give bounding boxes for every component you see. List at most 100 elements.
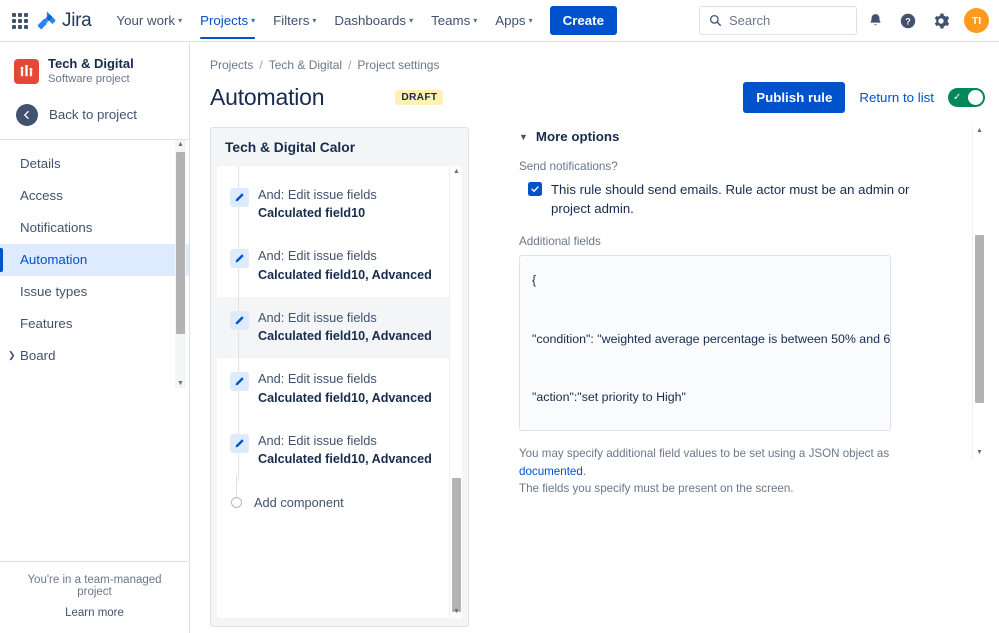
team-managed-note: You're in a team-managed project [10,574,179,598]
rule-components-list: And: Edit issue fields Calculated field1… [217,166,450,618]
chevron-down-icon: ▾ [312,17,316,25]
rule-component-sub: Calculated field10 [258,206,377,221]
breadcrumb: Projects / Tech & Digital / Project sett… [210,58,985,72]
sidebar-scrollbar[interactable]: ▲ ▼ [175,140,186,388]
rule-component-item[interactable]: And: Edit issue fields Calculated field1… [217,420,450,481]
back-to-project-label: Back to project [49,107,137,122]
send-notifications-text: This rule should send emails. Rule actor… [551,180,915,218]
sidebar-item-board[interactable]: ❯ Board [0,340,189,372]
nav-item-apps[interactable]: Apps ▾ [486,2,541,39]
nav-item-dashboards[interactable]: Dashboards ▾ [325,2,422,39]
rule-component-head: And: Edit issue fields [258,310,432,325]
scroll-up-arrow-icon[interactable]: ▲ [453,168,460,176]
rule-component-item[interactable]: And: Edit issue fields Calculated field1… [217,358,450,419]
rule-enabled-toggle[interactable]: ✓ [948,88,985,107]
rule-component-sub: Calculated field10, Advanced [258,452,432,467]
breadcrumb-tech-and-digital[interactable]: Tech & Digital [269,58,342,72]
rule-component-texts: And: Edit issue fields Calculated field1… [258,371,432,405]
send-notifications-row: This rule should send emails. Rule actor… [519,180,959,218]
more-options-label: More options [536,129,619,144]
sidebar-item-label: Issue types [20,284,87,299]
project-header[interactable]: Tech & Digital Software project [0,42,189,97]
search-icon [709,14,722,27]
return-to-list-link[interactable]: Return to list [859,90,934,105]
scroll-down-arrow-icon[interactable]: ▼ [453,608,460,616]
nav-item-label: Teams [431,13,470,28]
rule-list-scrollbar[interactable]: ▲ ▼ [449,166,462,618]
learn-more-link[interactable]: Learn more [10,607,179,619]
rule-components-scroll-area: And: Edit issue fields Calculated field1… [217,166,462,618]
create-button[interactable]: Create [550,6,617,35]
sidebar-scrollbar-thumb[interactable] [176,152,185,334]
sidebar-item-label: Details [20,156,61,171]
scroll-down-arrow-icon[interactable]: ▼ [976,449,983,457]
add-component-label: Add component [254,495,344,510]
project-avatar-icon [14,59,39,84]
sidebar-item-notifications[interactable]: Notifications [0,212,189,244]
rule-component-item-selected[interactable]: And: Edit issue fields Calculated field1… [217,297,450,358]
sidebar-item-features[interactable]: Features [0,308,189,340]
chevron-down-icon: ▼ [519,132,528,142]
status-badge: DRAFT [395,90,443,105]
apps-grid-icon[interactable] [10,11,30,31]
nav-item-projects[interactable]: Projects ▾ [191,2,264,39]
breadcrumb-projects[interactable]: Projects [210,58,253,72]
sidebar-item-access[interactable]: Access [0,180,189,212]
notifications-button[interactable] [860,6,890,36]
config-panel-scrollbar[interactable]: ▲ ▼ [972,127,985,459]
chevron-down-icon: ▾ [251,17,255,25]
nav-item-filters[interactable]: Filters ▾ [264,2,325,39]
documented-link[interactable]: documented [519,465,583,478]
help-text-line2: The fields you specify must be present o… [519,480,894,497]
nav-item-teams[interactable]: Teams ▾ [422,2,486,39]
page-actions: Publish rule Return to list ✓ [743,82,985,113]
chevron-down-icon: ▾ [178,17,182,25]
svg-text:?: ? [905,16,911,26]
publish-rule-button[interactable]: Publish rule [743,82,845,113]
settings-button[interactable] [926,6,956,36]
component-config-panel: ▼ More options Send notifications? This … [469,127,985,627]
back-to-project-button[interactable]: Back to project [0,97,189,139]
nav-item-label: Projects [200,13,248,28]
sidebar-item-automation[interactable]: Automation [0,244,189,276]
chevron-down-icon: ▾ [409,17,413,25]
toggle-knob [968,90,983,105]
rule-component-head: And: Edit issue fields [258,187,377,202]
help-circle-icon: ? [899,12,917,30]
scroll-up-arrow-icon[interactable]: ▲ [177,141,184,148]
project-name: Tech & Digital [48,56,134,72]
rule-component-head: And: Edit issue fields [258,371,432,386]
rule-component-sub: Calculated field10, Advanced [258,329,432,344]
scroll-down-arrow-icon[interactable]: ▼ [177,380,184,387]
search-placeholder: Search [729,13,770,28]
pencil-icon [230,434,249,453]
nav-item-your-work[interactable]: Your work ▾ [107,2,191,39]
pencil-glyph-icon [234,192,245,203]
sidebar-footer: You're in a team-managed project Learn m… [0,561,189,633]
search-input[interactable]: Search [699,6,857,35]
rule-component-item[interactable]: And: Edit issue fields Calculated field1… [217,235,450,296]
send-notifications-checkbox[interactable] [528,182,542,196]
additional-fields-textarea[interactable] [519,255,891,431]
scroll-up-arrow-icon[interactable]: ▲ [976,127,983,135]
rule-components-card: Tech & Digital Calor And: Edit issue fie… [210,127,469,627]
rule-component-texts: And: Edit issue fields Calculated field1… [258,248,432,282]
check-icon: ✓ [953,93,961,103]
jira-logo[interactable]: Jira [36,10,91,32]
rule-component-item[interactable]: And: Edit issue fields Calculated field1… [217,174,450,235]
help-text-before: You may specify additional field values … [519,447,889,460]
check-icon [530,184,540,194]
user-avatar[interactable]: TI [964,8,989,33]
more-options-toggle[interactable]: ▼ More options [519,129,959,144]
rule-list-scrollbar-thumb[interactable] [452,478,461,612]
sidebar-item-issue-types[interactable]: Issue types [0,276,189,308]
rule-component-sub: Calculated field10, Advanced [258,391,432,406]
sidebar-item-details[interactable]: Details [0,148,189,180]
sidebar-item-label: Notifications [20,220,92,235]
additional-fields-help: You may specify additional field values … [519,445,894,497]
back-arrow-icon [16,104,38,126]
add-component-button[interactable]: Add component [217,481,450,526]
help-button[interactable]: ? [893,6,923,36]
config-panel-scrollbar-thumb[interactable] [975,235,984,403]
breadcrumb-project-settings[interactable]: Project settings [357,58,439,72]
